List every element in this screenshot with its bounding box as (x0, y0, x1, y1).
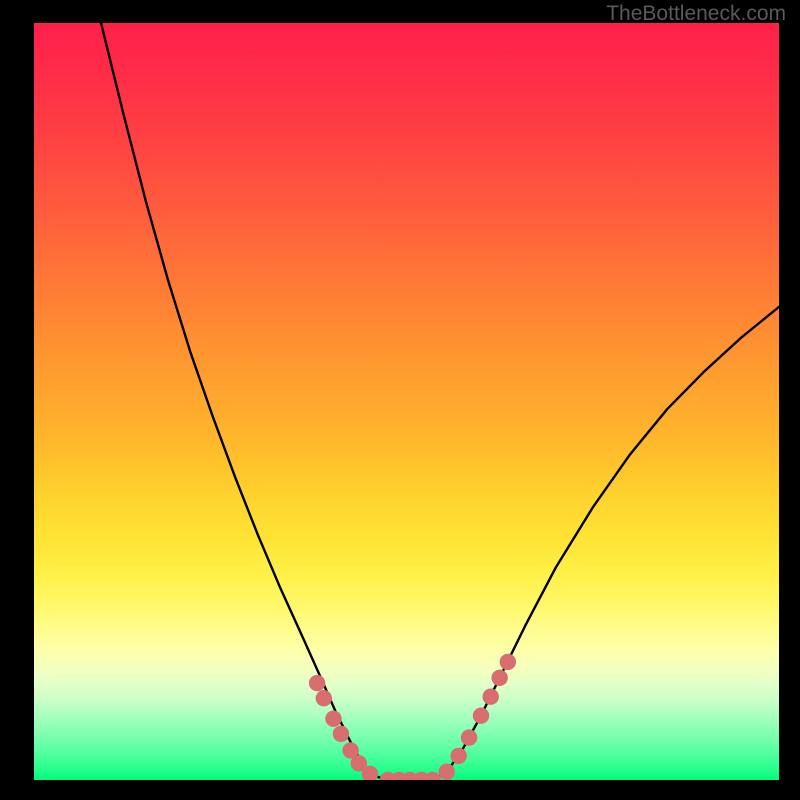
data-marker (491, 670, 507, 686)
data-marker (325, 710, 341, 726)
data-marker (500, 654, 516, 670)
data-marker (333, 726, 349, 742)
bottleneck-curve (101, 23, 779, 780)
chart-frame: TheBottleneck.com (0, 0, 800, 800)
data-marker (439, 763, 455, 779)
data-marker (450, 748, 466, 764)
watermark-text: TheBottleneck.com (606, 2, 786, 26)
curve-group (101, 23, 779, 780)
bottleneck-curve-svg (34, 23, 779, 780)
data-marker (316, 690, 332, 706)
data-marker (473, 707, 489, 723)
data-marker (461, 729, 477, 745)
plot-area (34, 23, 779, 780)
data-marker (424, 772, 440, 780)
data-marker (309, 675, 325, 691)
data-marker (482, 689, 498, 705)
marker-group (309, 654, 516, 780)
